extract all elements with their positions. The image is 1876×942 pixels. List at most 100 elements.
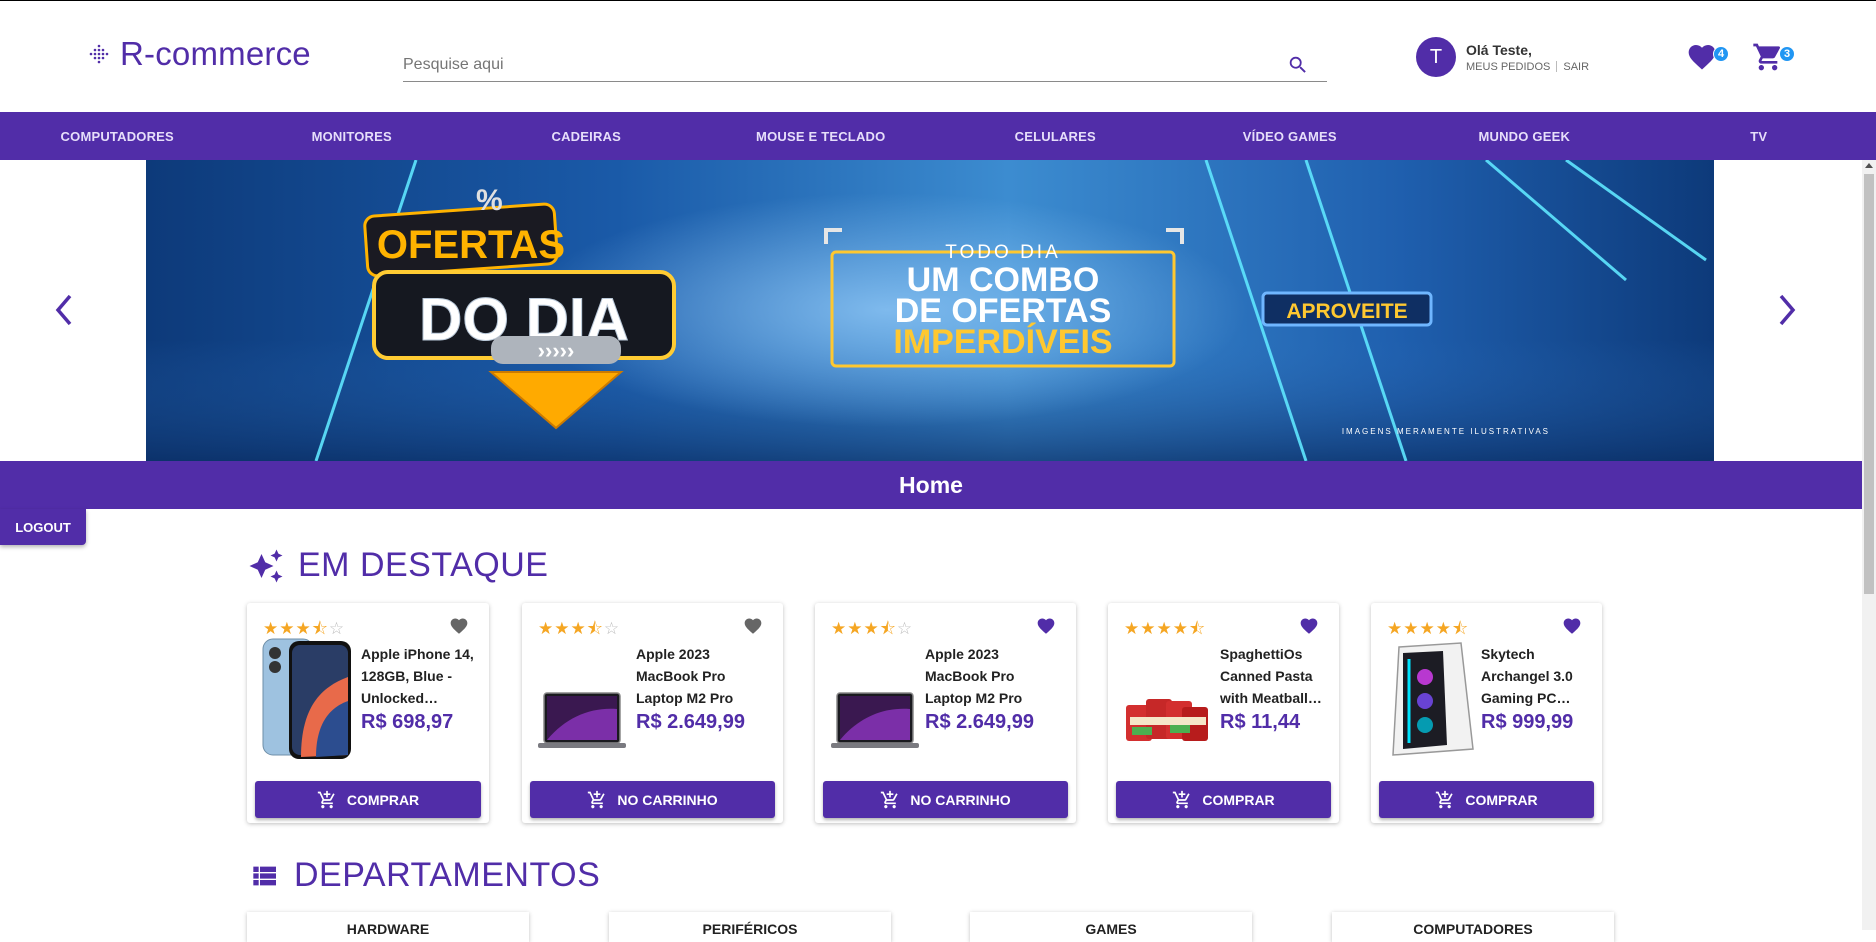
product-price: R$ 11,44 <box>1220 711 1301 733</box>
banner-carousel: OFERTAS % DO DIA ››››› TODO DIA UM COMBO… <box>0 160 1862 461</box>
banner-todo-dia-text: TODO DIA <box>945 242 1061 263</box>
svg-text:›››››: ››››› <box>538 338 575 363</box>
carousel-prev-button[interactable] <box>50 290 78 330</box>
list-icon <box>253 866 276 885</box>
department-card-perifericos[interactable]: PERIFÉRICOS <box>609 912 891 942</box>
buy-button[interactable]: COMPRAR <box>1379 781 1594 818</box>
product-price: R$ 698,97 <box>361 711 454 733</box>
product-name[interactable]: Skytech Archangel 3.0 Gaming PC… <box>1481 643 1587 709</box>
product-name[interactable]: Apple 2023 MacBook Pro Laptop M2 Pro chi… <box>636 643 766 709</box>
banner-artwork: OFERTAS % DO DIA ››››› TODO DIA UM COMBO… <box>146 160 1714 461</box>
favorites-button[interactable]: 4 <box>1686 41 1729 75</box>
heart-icon <box>1037 618 1055 634</box>
carousel-next-button[interactable] <box>1773 290 1801 330</box>
in-cart-button[interactable]: NO CARRINHO <box>823 781 1068 818</box>
product-image <box>538 692 626 748</box>
nav-item-tv[interactable]: TV <box>1659 129 1859 144</box>
banner-cta-text: APROVEITE <box>1286 300 1407 323</box>
nav-item-mundo-geek[interactable]: MUNDO GEEK <box>1424 129 1624 144</box>
buy-button[interactable]: COMPRAR <box>255 781 481 818</box>
favorites-count-badge: 4 <box>1713 46 1729 62</box>
department-card-hardware[interactable]: HARDWARE <box>247 912 529 942</box>
cart-button[interactable]: 3 <box>1752 41 1795 75</box>
product-image <box>262 638 351 759</box>
nav-item-celulares[interactable]: CELULARES <box>955 129 1155 144</box>
add-to-cart-icon <box>1173 790 1190 808</box>
banner-percent-text: % <box>476 184 503 217</box>
department-label: GAMES <box>1085 921 1137 937</box>
page-title-bar: Home <box>0 461 1862 509</box>
product-card[interactable]: ★★★⯪☆ Apple 2023 MacBook Pro Laptop M2 P… <box>815 603 1076 823</box>
buy-button-label: COMPRAR <box>1465 791 1538 808</box>
nav-item-computadores[interactable]: COMPUTADORES <box>17 129 217 144</box>
featured-section-title: EM DESTAQUE <box>248 546 548 585</box>
sign-out-link[interactable]: SAIR <box>1563 61 1589 73</box>
product-image <box>831 692 919 748</box>
favorite-toggle[interactable] <box>449 616 469 636</box>
chevron-left-icon <box>55 294 72 326</box>
product-price: R$ 999,99 <box>1481 711 1574 733</box>
favorite-toggle[interactable] <box>743 616 763 636</box>
buy-button-label: NO CARRINHO <box>617 791 718 808</box>
banner-ofertas-text: OFERTAS <box>377 223 565 267</box>
banner-disclaimer-text: IMAGENS MERAMENTE ILUSTRATIVAS <box>1342 427 1550 436</box>
search-input[interactable] <box>403 51 1263 79</box>
product-card[interactable]: ★★★★⯪ Skytech Archangel 3.0 Gaming PC… R… <box>1371 603 1602 823</box>
page-title: Home <box>899 471 963 498</box>
favorite-toggle[interactable] <box>1299 616 1319 636</box>
heart-icon <box>744 618 762 634</box>
product-image <box>1392 642 1474 756</box>
page-scrollbar[interactable] <box>1862 160 1876 930</box>
nav-item-mouse-teclado[interactable]: MOUSE E TECLADO <box>721 129 921 144</box>
product-name[interactable]: Apple iPhone 14, 128GB, Blue - Unlocked… <box>361 643 479 709</box>
scrollbar-thumb[interactable] <box>1864 174 1874 594</box>
logout-button[interactable]: LOGOUT <box>0 509 86 545</box>
banner-line3-text: IMPERDÍVEIS <box>893 323 1112 361</box>
department-label: COMPUTADORES <box>1413 921 1533 937</box>
cart-count-badge: 3 <box>1779 46 1795 62</box>
user-menu: T Olá Teste, MEUS PEDIDOS SAIR <box>1416 37 1589 77</box>
nav-item-video-games[interactable]: VÍDEO GAMES <box>1190 129 1390 144</box>
product-name[interactable]: SpaghettiOs Canned Pasta with Meatball… <box>1220 643 1326 709</box>
nav-item-monitores[interactable]: MONITORES <box>252 129 452 144</box>
product-card[interactable]: ★★★⯪☆ Apple iPhone 14, 128GB, Blue - Unl… <box>247 603 489 823</box>
my-orders-link[interactable]: MEUS PEDIDOS <box>1466 61 1550 73</box>
favorite-toggle[interactable] <box>1562 616 1582 636</box>
add-to-cart-icon <box>881 790 898 808</box>
department-card-games[interactable]: GAMES <box>970 912 1252 942</box>
add-to-cart-icon <box>1436 790 1453 808</box>
category-nav: COMPUTADORES MONITORES CADEIRAS MOUSE E … <box>0 112 1876 160</box>
buy-button[interactable]: COMPRAR <box>1116 781 1331 818</box>
department-label: HARDWARE <box>346 921 430 937</box>
heart-icon <box>1563 618 1581 634</box>
product-name[interactable]: Apple 2023 MacBook Pro Laptop M2 Pro chi… <box>925 643 1059 709</box>
dots-logo-icon <box>89 44 109 64</box>
product-image <box>1126 699 1208 741</box>
heart-icon <box>450 618 468 634</box>
scroll-up-arrow-icon[interactable] <box>1865 163 1873 168</box>
add-to-cart-icon <box>588 790 605 808</box>
nav-item-cadeiras[interactable]: CADEIRAS <box>486 129 686 144</box>
departments-title: DEPARTAMENTOS <box>294 856 601 894</box>
department-card-computadores[interactable]: COMPUTADORES <box>1332 912 1614 942</box>
buy-button-label: COMPRAR <box>346 791 420 808</box>
search-bar <box>403 51 1327 82</box>
sparkles-icon <box>249 549 283 582</box>
site-header: R-commerce T Olá Teste, MEUS PEDIDOS SAI… <box>0 1 1876 112</box>
promo-banner[interactable]: OFERTAS % DO DIA ››››› TODO DIA UM COMBO… <box>146 160 1714 461</box>
favorite-toggle[interactable] <box>1036 616 1056 636</box>
logo[interactable]: R-commerce <box>88 35 311 73</box>
product-price: R$ 2.649,99 <box>925 711 1034 733</box>
divider <box>1556 61 1558 72</box>
buy-button-label: COMPRAR <box>1202 791 1275 808</box>
add-to-cart-icon <box>317 790 335 808</box>
in-cart-button[interactable]: NO CARRINHO <box>530 781 775 818</box>
featured-title: EM DESTAQUE <box>298 546 549 584</box>
chevron-right-icon <box>1779 294 1796 326</box>
avatar[interactable]: T <box>1416 37 1456 77</box>
product-card[interactable]: ★★★★⯪ SpaghettiOs Canned Pasta with Meat… <box>1108 603 1339 823</box>
product-card[interactable]: ★★★⯪☆ Apple 2023 MacBook Pro Laptop M2 P… <box>522 603 783 823</box>
search-icon[interactable] <box>1287 54 1309 76</box>
product-price: R$ 2.649,99 <box>636 711 745 733</box>
buy-button-label: NO CARRINHO <box>910 791 1011 808</box>
